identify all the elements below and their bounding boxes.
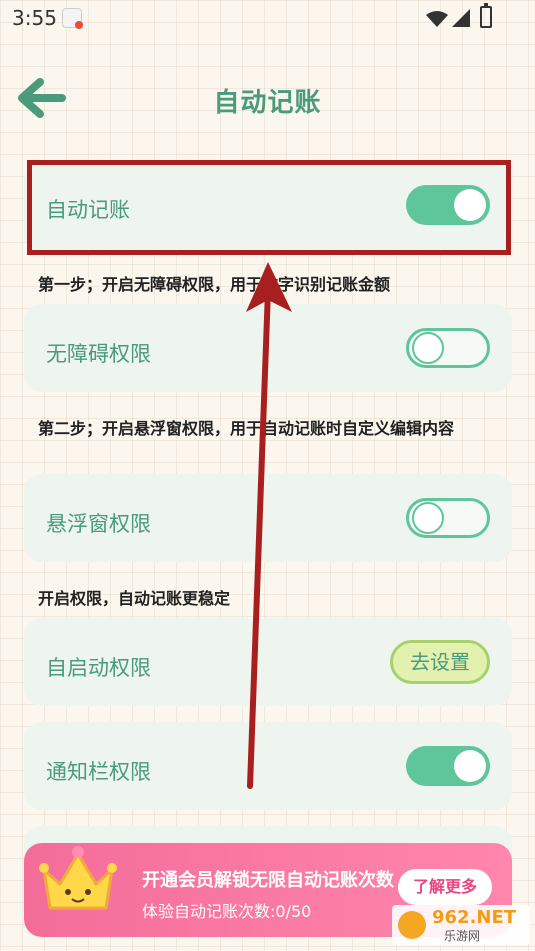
notification-label: 通知栏权限 [46, 760, 151, 784]
go-settings-button[interactable]: 去设置 [390, 640, 490, 684]
app-notification-icon [62, 8, 83, 29]
toggle-knob [412, 332, 444, 364]
promo-title: 开通会员解锁无限自动记账次数 [142, 870, 394, 891]
auto-record-card: 自动记账 [24, 164, 512, 252]
signal-icon [452, 9, 470, 27]
toggle-knob [454, 750, 486, 782]
step3-text: 开启权限，自动记账更稳定 [38, 589, 231, 608]
accessibility-card: 无障碍权限 [24, 304, 512, 392]
wifi-icon [426, 11, 448, 27]
step1-text: 第一步；开启无障碍权限，用于文字识别记账金额 [38, 275, 391, 294]
crown-icon [39, 846, 117, 910]
toggle-knob [454, 189, 486, 221]
floating-window-toggle[interactable] [406, 498, 490, 538]
watermark: 962.NET 乐游网 [392, 905, 530, 945]
autostart-card: 自启动权限 去设置 [24, 618, 512, 706]
battery-icon [480, 3, 492, 28]
page-title: 自动记账 [213, 88, 322, 118]
accessibility-label: 无障碍权限 [46, 342, 151, 366]
auto-record-label: 自动记账 [46, 198, 130, 222]
notification-card: 通知栏权限 [24, 722, 512, 810]
floating-window-label: 悬浮窗权限 [46, 512, 151, 536]
watermark-logo-icon [398, 911, 426, 939]
status-bar: 3:55 [0, 0, 535, 38]
watermark-sub: 乐游网 [444, 929, 481, 943]
toggle-knob [412, 502, 444, 534]
promo-subtitle: 体验自动记账次数:0/50 [142, 902, 312, 921]
accessibility-toggle[interactable] [406, 328, 490, 368]
learn-more-button[interactable]: 了解更多 [398, 869, 492, 905]
header: 自动记账 [0, 60, 535, 140]
watermark-brand: 962.NET [432, 907, 517, 928]
floating-window-card: 悬浮窗权限 [24, 474, 512, 562]
notification-toggle[interactable] [406, 746, 490, 786]
step2-text: 第二步；开启悬浮窗权限，用于自动记账时自定义编辑内容 [38, 419, 455, 438]
status-time: 3:55 [12, 6, 57, 30]
autostart-label: 自启动权限 [46, 656, 151, 680]
auto-record-toggle[interactable] [406, 185, 490, 225]
